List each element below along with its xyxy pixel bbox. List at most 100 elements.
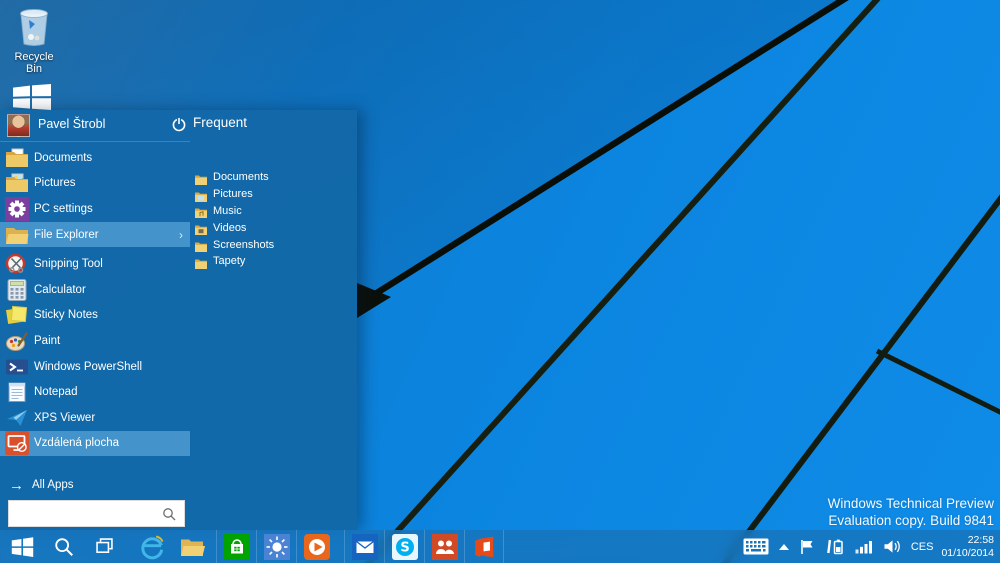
- action-center-button[interactable]: [799, 539, 815, 555]
- menu-item-label: Pictures: [34, 177, 76, 190]
- avatar[interactable]: [7, 114, 30, 137]
- menu-item-label: Sticky Notes: [34, 309, 98, 322]
- power-icon: [172, 117, 186, 132]
- frequent-item-label: Tapety: [213, 255, 246, 268]
- menu-item-label: Documents: [34, 151, 93, 164]
- folder-icon: [195, 239, 207, 253]
- notepad-icon: [5, 380, 29, 404]
- folder-icon: [195, 189, 207, 202]
- gear-icon: [5, 196, 29, 221]
- menu-item-label: XPS Viewer: [34, 411, 96, 424]
- start-menu-item-paint[interactable]: Paint: [0, 328, 190, 354]
- folder-icon: [195, 205, 207, 219]
- evaluation-watermark: Windows Technical Preview Evaluation cop…: [828, 495, 994, 529]
- folder-icon: [195, 172, 207, 185]
- system-tray: CES 22:58 01/10/2014: [738, 530, 1000, 563]
- start-menu-item-snipping-tool[interactable]: Snipping Tool: [0, 251, 190, 277]
- folder-icon: [195, 222, 207, 236]
- file-explorer-icon: [5, 223, 29, 247]
- folder-icon: [195, 256, 207, 269]
- touch-keyboard-icon: [743, 538, 769, 555]
- network-button[interactable]: [855, 539, 873, 554]
- start-menu-item-documents[interactable]: Documents: [0, 145, 190, 171]
- task-view-button[interactable]: [84, 530, 124, 563]
- frequent-item-label: Pictures: [213, 188, 253, 201]
- start-button[interactable]: [0, 530, 44, 563]
- search-icon: [55, 537, 73, 556]
- start-menu-search-box: [8, 500, 185, 527]
- calculator-icon: [5, 278, 29, 302]
- weather-icon: [263, 533, 290, 560]
- start-menu-item-notepad[interactable]: Notepad: [0, 379, 190, 405]
- frequent-item-documents[interactable]: Documents: [195, 169, 345, 186]
- frequent-item-screenshots[interactable]: Screenshots: [195, 236, 345, 253]
- frequent-item-label: Music: [213, 204, 242, 217]
- start-menu-item-xps-viewer[interactable]: XPS Viewer: [0, 405, 190, 431]
- start-menu-item-pc-settings[interactable]: PC settings: [0, 196, 190, 222]
- touch-keyboard-button[interactable]: [743, 538, 769, 555]
- search-icon: [162, 507, 176, 526]
- frequent-item-label: Documents: [213, 171, 269, 184]
- powershell-icon: [5, 355, 29, 379]
- watermark-line2: Evaluation copy. Build 9841: [828, 513, 994, 528]
- office-icon: [475, 536, 494, 557]
- user-name[interactable]: Pavel Štrobl: [38, 117, 105, 131]
- clock[interactable]: 22:58 01/10/2014: [941, 534, 994, 560]
- start-menu-item-file-explorer[interactable]: File Explorer ›: [0, 221, 190, 248]
- windows-flag-icon: [12, 84, 52, 113]
- start-menu-item-sticky-notes[interactable]: Sticky Notes: [0, 303, 190, 329]
- recycle-bin[interactable]: Recycle Bin: [6, 6, 62, 75]
- pinned-tiles: S: [216, 530, 504, 563]
- taskbar-search-button[interactable]: [44, 530, 84, 563]
- media-player-button[interactable]: [296, 530, 336, 563]
- weather-button[interactable]: [256, 530, 296, 563]
- menu-item-label: Paint: [34, 334, 61, 347]
- start-menu: Pavel Štrobl Frequent Documents Pictures…: [0, 110, 357, 530]
- sticky-notes-icon: [5, 303, 29, 327]
- remote-desktop-icon: [5, 431, 29, 456]
- skype-icon: S: [391, 533, 418, 560]
- svg-text:S: S: [400, 540, 409, 555]
- watermark-line1: Windows Technical Preview: [827, 496, 994, 511]
- documents-folder-icon: [5, 146, 29, 170]
- volume-button[interactable]: [883, 539, 900, 554]
- menu-item-label: Vzdálená plocha: [34, 437, 120, 450]
- menu-item-label: File Explorer: [34, 228, 99, 241]
- skype-button[interactable]: S: [384, 530, 424, 563]
- mail-icon: [351, 533, 378, 560]
- file-explorer-button[interactable]: [172, 530, 212, 563]
- show-hidden-icons-button[interactable]: [778, 543, 789, 550]
- frequent-list: Documents Pictures Music Videos Screensh…: [195, 169, 345, 270]
- xps-viewer-icon: [5, 406, 29, 430]
- language-indicator[interactable]: CES: [911, 541, 934, 553]
- frequent-item-pictures[interactable]: Pictures: [195, 186, 345, 203]
- people-icon: [431, 533, 458, 560]
- explorer-folder-icon: [181, 539, 205, 556]
- recycle-bin-icon: [6, 6, 62, 49]
- clock-time: 22:58: [967, 533, 994, 546]
- frequent-item-label: Screenshots: [213, 238, 275, 251]
- office-button[interactable]: [464, 530, 504, 563]
- start-menu-item-powershell[interactable]: Windows PowerShell: [0, 354, 190, 380]
- all-apps-button[interactable]: → All Apps: [0, 472, 190, 498]
- frequent-item-videos[interactable]: Videos: [195, 219, 345, 236]
- menu-item-label: Calculator: [34, 283, 86, 296]
- store-button[interactable]: [216, 530, 256, 563]
- people-button[interactable]: [424, 530, 464, 563]
- start-icon: [11, 537, 33, 557]
- header-separator: [0, 141, 190, 142]
- start-menu-item-pictures[interactable]: Pictures: [0, 171, 190, 197]
- frequent-item-tapety[interactable]: Tapety: [195, 253, 345, 270]
- mail-button[interactable]: [344, 530, 384, 563]
- power-status-button[interactable]: [825, 538, 845, 555]
- search-input[interactable]: [15, 501, 159, 526]
- start-menu-header: Pavel Štrobl Frequent: [0, 110, 357, 140]
- menu-item-label: Windows PowerShell: [34, 360, 143, 373]
- menu-item-label: Snipping Tool: [34, 258, 103, 271]
- internet-explorer-button[interactable]: [132, 530, 172, 563]
- start-menu-item-calculator[interactable]: Calculator: [0, 277, 190, 303]
- power-button[interactable]: [171, 116, 187, 132]
- frequent-item-music[interactable]: Music: [195, 203, 345, 220]
- start-menu-item-remote-desktop[interactable]: Vzdálená plocha: [0, 430, 190, 457]
- store-icon: [223, 533, 250, 560]
